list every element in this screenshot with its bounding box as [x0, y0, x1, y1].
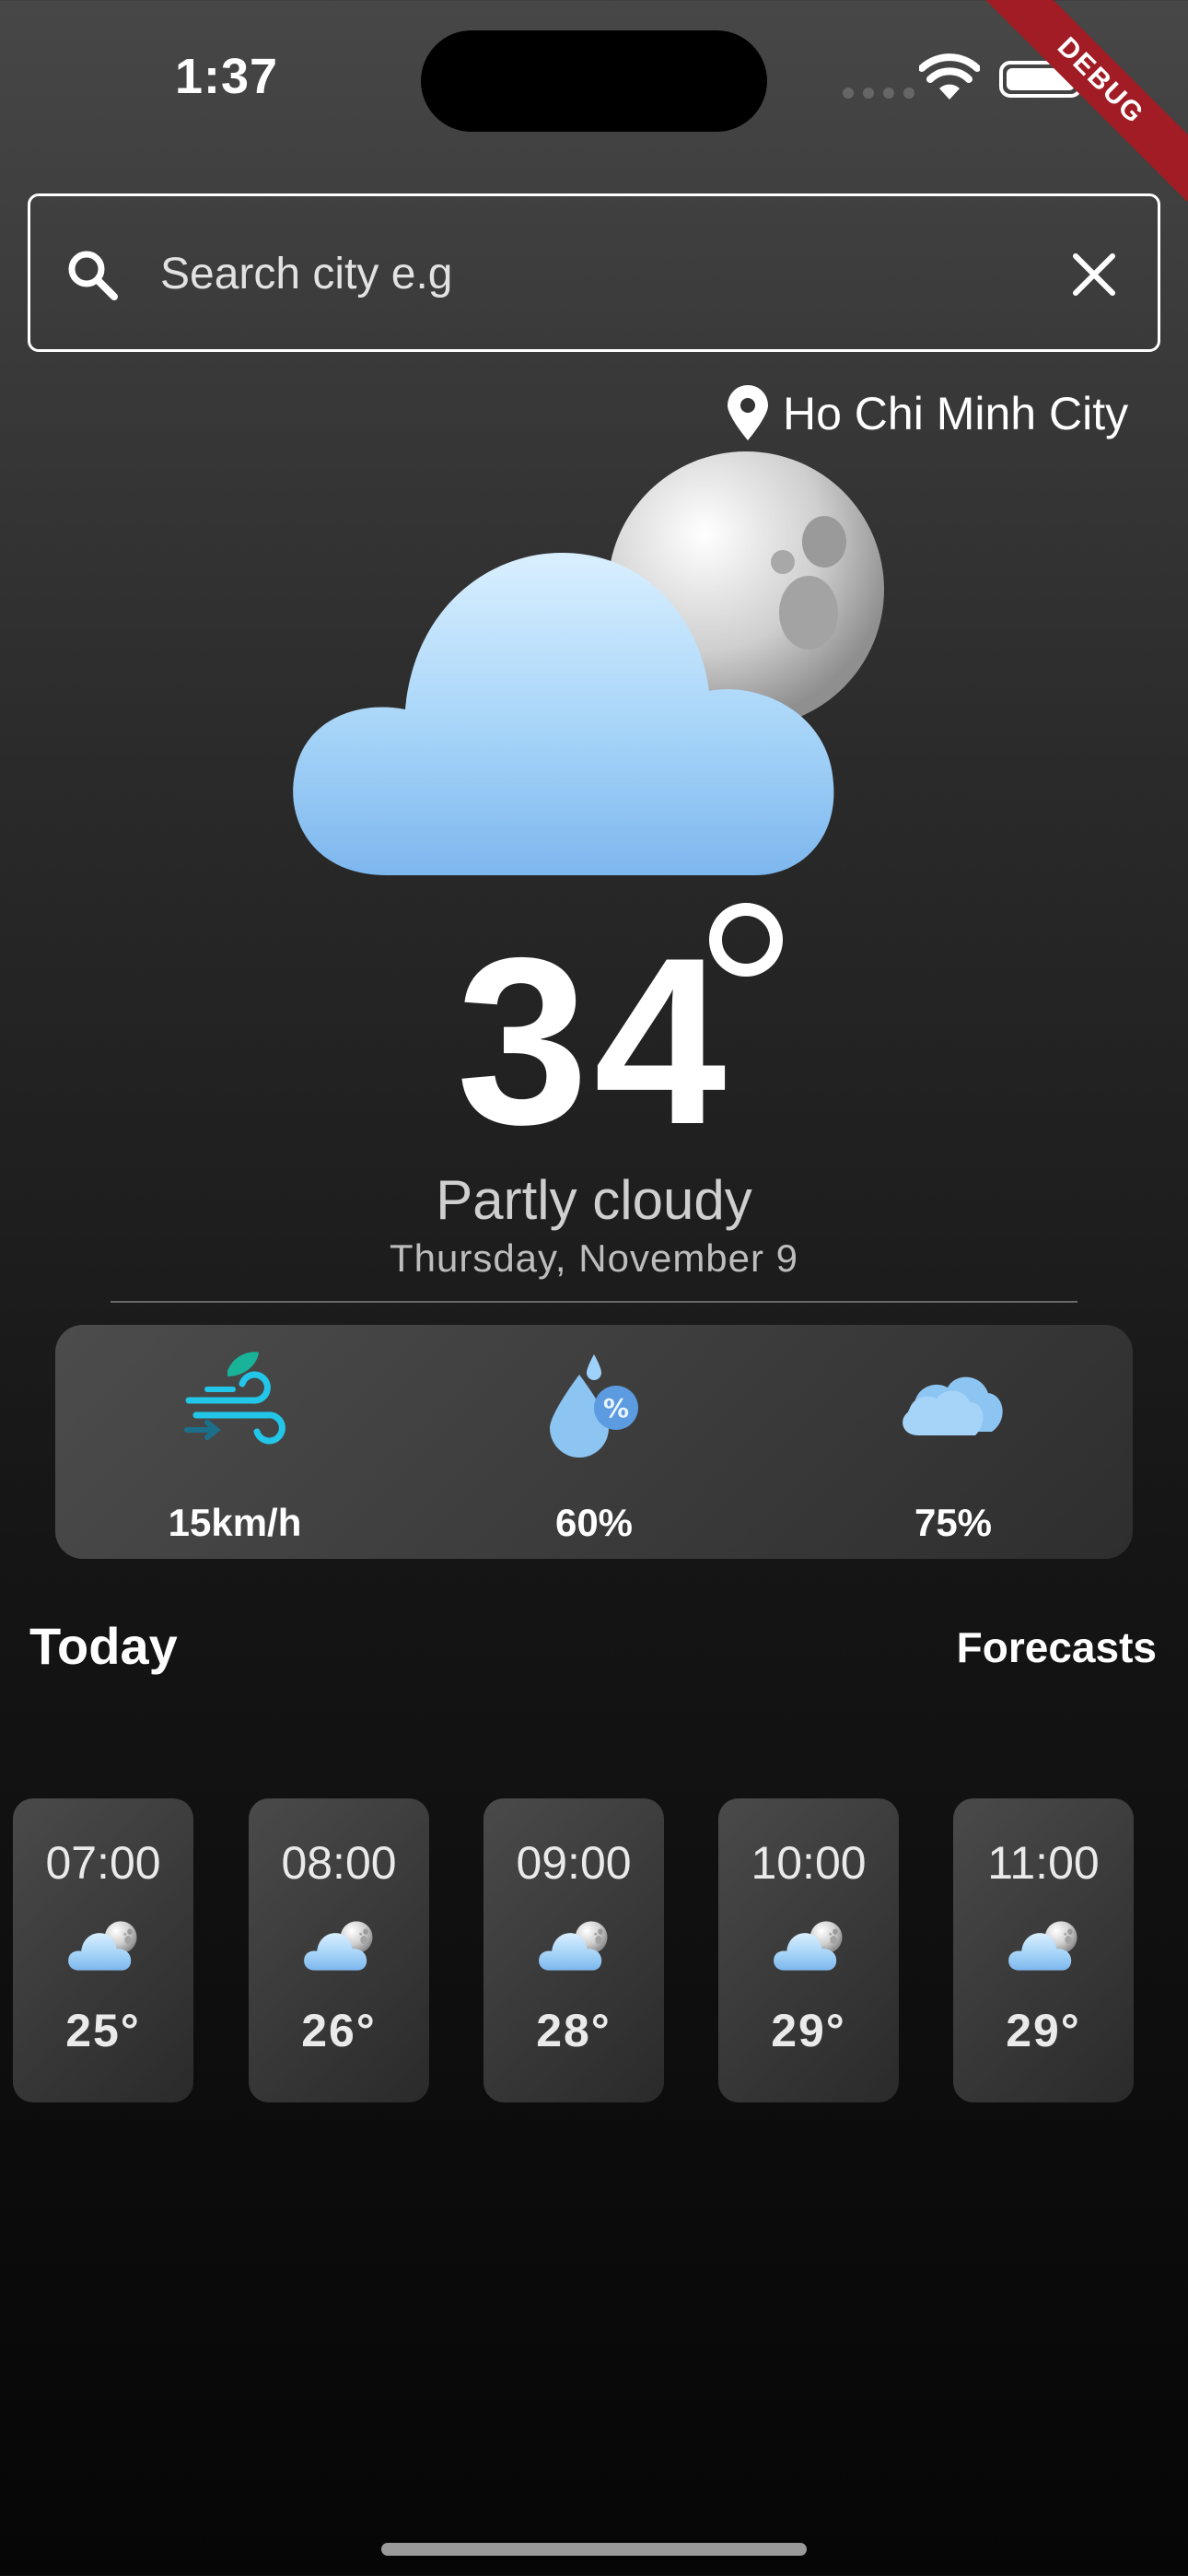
hourly-item[interactable]: 11:00 29°	[953, 1798, 1134, 2102]
current-temperature: 34	[456, 907, 732, 1174]
cloud-moon-icon	[66, 1918, 140, 1973]
home-indicator[interactable]	[381, 2543, 807, 2556]
hour-temperature: 28°	[536, 2005, 611, 2056]
hour-label: 08:00	[281, 1837, 397, 1889]
cloud-moon-icon	[302, 1918, 376, 1973]
hour-temperature: 25°	[65, 2005, 141, 2056]
wind-stat: 15km/h	[55, 1325, 414, 1559]
hour-temperature: 26°	[301, 2005, 377, 2056]
hourly-item[interactable]: 07:00 25°	[13, 1798, 193, 2102]
svg-text:%: %	[603, 1393, 629, 1423]
hour-label: 11:00	[987, 1837, 1100, 1889]
status-time: 1:37	[175, 49, 279, 104]
hour-label: 07:00	[45, 1837, 161, 1889]
current-date: Thursday, November 9	[389, 1236, 799, 1280]
hourly-item[interactable]: 10:00 29°	[718, 1798, 899, 2102]
weather-condition: Partly cloudy	[436, 1169, 752, 1231]
today-title: Today	[29, 1617, 178, 1675]
humidity-stat: % 60%	[414, 1325, 774, 1559]
close-icon[interactable]	[1070, 251, 1118, 299]
weather-stats-card: 15km/h % 60% 75%	[55, 1325, 1133, 1559]
hourly-forecast-list[interactable]: 07:00 25° 08:00 26° 09:00 28° 10:00 29° …	[0, 1798, 1188, 2102]
cellular-signal-icon	[843, 88, 914, 99]
humidity-value: 60%	[554, 1501, 634, 1544]
hour-temperature: 29°	[771, 2005, 846, 2056]
wind-icon	[184, 1352, 285, 1445]
humidity-icon: %	[550, 1354, 638, 1458]
debug-banner: DEBUG	[975, 0, 1188, 206]
cloud-moon-icon	[537, 1918, 611, 1973]
wind-value: 15km/h	[168, 1501, 302, 1544]
hour-label: 09:00	[516, 1837, 632, 1889]
cloud-stat: 75%	[774, 1325, 1133, 1559]
dynamic-island	[421, 30, 767, 132]
cloud-moon-icon	[276, 433, 912, 894]
hourly-item[interactable]: 09:00 28°	[483, 1798, 664, 2102]
search-icon	[68, 251, 118, 300]
forecasts-link[interactable]: Forecasts	[957, 1620, 1157, 1675]
cloud-value: 75%	[914, 1501, 993, 1544]
hour-temperature: 29°	[1006, 2005, 1081, 2056]
hourly-item[interactable]: 08:00 26°	[249, 1798, 429, 2102]
wifi-icon	[919, 53, 980, 100]
cloud-moon-icon	[1007, 1918, 1080, 1973]
cloud-icon	[903, 1376, 1003, 1435]
search-input[interactable]: Search city e.g	[160, 247, 452, 302]
divider	[111, 1301, 1077, 1303]
degree-symbol	[709, 903, 783, 977]
cloud-moon-icon	[772, 1918, 845, 1973]
hour-label: 10:00	[751, 1837, 867, 1889]
